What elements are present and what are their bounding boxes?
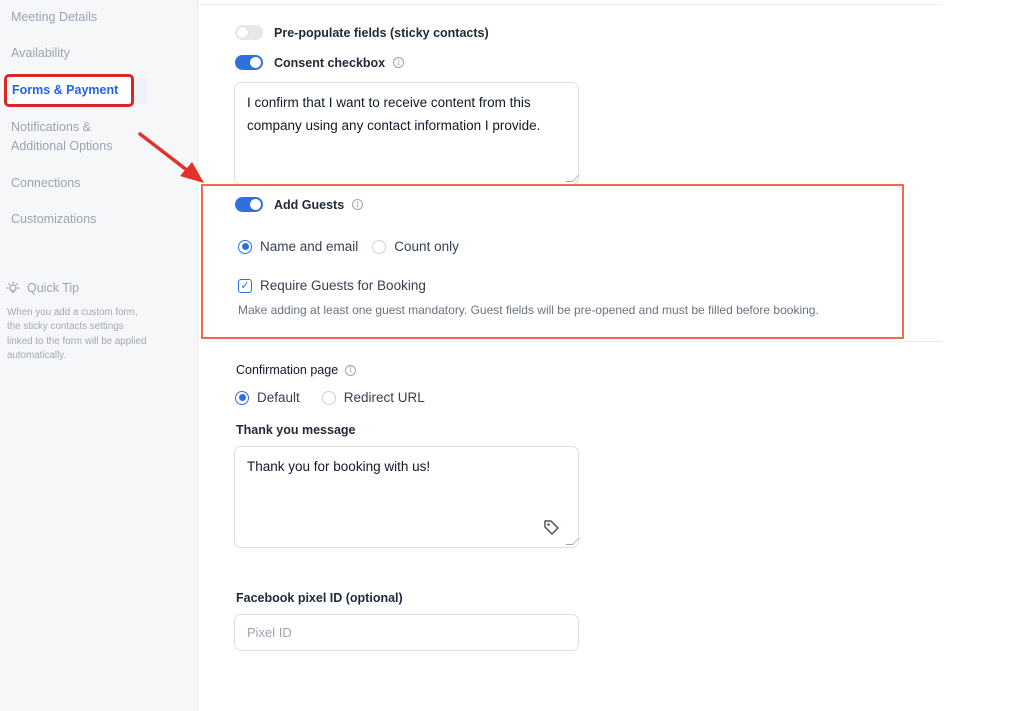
resize-handle[interactable] — [565, 538, 580, 545]
confirmation-label-row: Confirmation page i — [236, 363, 357, 377]
sidebar-item-label: Notifications & — [11, 120, 91, 134]
sidebar-item-label: Additional Options — [11, 139, 113, 153]
consent-toggle[interactable] — [235, 55, 263, 70]
consent-text-field[interactable]: I confirm that I want to receive content… — [234, 82, 580, 185]
divider — [199, 4, 942, 5]
guest-mode-options: Name and email Count only — [238, 239, 459, 254]
prepopulate-row: Pre-populate fields (sticky contacts) — [235, 25, 489, 40]
radio-label: Name and email — [260, 239, 359, 254]
consent-row: Consent checkbox i — [235, 55, 405, 70]
facebook-pixel-label: Facebook pixel ID (optional) — [236, 591, 403, 605]
sidebar-item-forms-payment[interactable]: Forms & Payment — [4, 74, 134, 107]
radio-name-email[interactable] — [238, 239, 252, 254]
radio-label: Count only — [394, 239, 459, 254]
require-guests-help: Make adding at least one guest mandatory… — [238, 303, 819, 317]
confirmation-options: Default Redirect URL — [235, 390, 425, 405]
info-icon[interactable]: i — [352, 199, 364, 210]
lightbulb-icon — [6, 281, 20, 293]
radio-redirect[interactable] — [321, 390, 336, 405]
require-guests-row: ✓ Require Guests for Booking — [238, 278, 426, 293]
consent-text: I confirm that I want to receive content… — [247, 95, 541, 133]
annotation-arrow — [138, 132, 204, 183]
require-guests-label: Require Guests for Booking — [260, 278, 426, 293]
radio-default[interactable] — [235, 390, 249, 405]
radio-label: Default — [257, 390, 300, 405]
prepopulate-label: Pre-populate fields (sticky contacts) — [274, 25, 489, 40]
resize-handle[interactable] — [565, 175, 580, 182]
prepopulate-toggle[interactable] — [235, 25, 263, 40]
require-guests-checkbox[interactable]: ✓ — [238, 278, 252, 293]
confirmation-redirect[interactable]: Redirect URL — [321, 390, 425, 405]
info-icon[interactable]: i — [345, 364, 357, 376]
guest-mode-count-only[interactable]: Count only — [372, 239, 459, 254]
thank-you-text: Thank you for booking with us! — [247, 459, 431, 474]
confirmation-default[interactable]: Default — [235, 390, 300, 405]
radio-count-only[interactable] — [372, 239, 387, 254]
tag-icon[interactable] — [543, 519, 560, 536]
thank-you-label: Thank you message — [236, 423, 356, 437]
facebook-pixel-input[interactable]: Pixel ID — [234, 614, 579, 651]
info-icon[interactable]: i — [393, 57, 405, 68]
sidebar-item-availability[interactable]: Availability — [11, 44, 70, 63]
sidebar-item-meeting-details[interactable]: Meeting Details — [11, 8, 97, 27]
divider — [199, 341, 905, 342]
radio-label: Redirect URL — [343, 390, 425, 405]
divider — [905, 341, 942, 342]
sidebar-item-notifications[interactable]: Notifications & Additional Options — [11, 118, 112, 156]
quick-tip-label: Quick Tip — [27, 281, 80, 295]
add-guests-toggle[interactable] — [235, 197, 263, 212]
thank-you-text-field[interactable]: Thank you for booking with us! — [234, 446, 580, 548]
sidebar-item-customizations[interactable]: Customizations — [11, 210, 96, 229]
sidebar-item-connections[interactable]: Connections — [11, 174, 81, 193]
add-guests-label: Add Guests — [274, 197, 345, 212]
consent-label: Consent checkbox — [274, 55, 386, 70]
pixel-id-placeholder: Pixel ID — [247, 625, 292, 640]
sidebar: Meeting Details Availability Forms & Pay… — [0, 0, 198, 711]
confirmation-label: Confirmation page — [236, 363, 339, 377]
quick-tip-title: Quick Tip — [6, 281, 79, 295]
quick-tip-text: When you add a custom form, the sticky c… — [7, 307, 147, 361]
add-guests-row: Add Guests i — [235, 197, 364, 212]
guest-mode-name-email[interactable]: Name and email — [238, 239, 358, 254]
